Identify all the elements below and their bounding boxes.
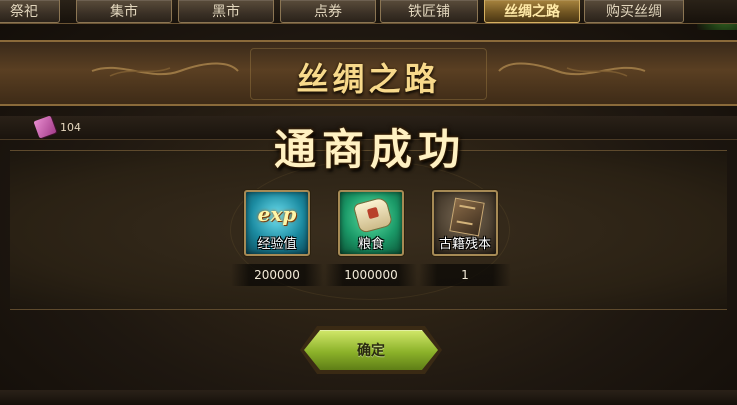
reward-label: 粮食 <box>357 237 384 252</box>
tab-label: 黑市 <box>212 4 240 20</box>
tab-label: 铁匠铺 <box>408 4 450 20</box>
tab-label: 点券 <box>314 4 342 20</box>
book-binding <box>456 204 476 226</box>
exp-icon: exp <box>257 202 297 226</box>
page-title: 丝绸之路 <box>296 60 441 98</box>
tab-label: 丝绸之路 <box>504 4 560 20</box>
tab-label: 购买丝绸 <box>606 4 662 20</box>
tab-vouchers[interactable]: 点券 <box>280 0 376 23</box>
tab-label: 集市 <box>110 4 138 20</box>
silk-count: 104 <box>60 121 81 134</box>
confirm-button[interactable]: 确定 <box>304 330 438 370</box>
reward-label: 古籍残本 <box>438 237 491 252</box>
reward-ancient-book[interactable]: 古籍残本 <box>432 190 498 256</box>
tab-blacksmith[interactable]: 铁匠铺 <box>380 0 478 23</box>
confirm-label: 确定 <box>357 343 385 359</box>
reward-label: 经验值 <box>257 237 297 252</box>
tab-label: 祭祀 <box>10 4 38 20</box>
tab-sacrifice[interactable]: 祭祀 <box>0 0 60 23</box>
reward-grain[interactable]: 粮食 <box>338 190 404 256</box>
reward-quantity: 200000 <box>231 264 323 286</box>
tab-bar: 祭祀 集市 黑市 点券 铁匠铺 丝绸之路 购买丝绸 <box>0 0 737 24</box>
reward-quantity: 1 <box>419 264 511 286</box>
tab-market[interactable]: 集市 <box>76 0 172 23</box>
trade-success-title: 通商成功 <box>273 125 466 174</box>
scroll-ornament-right-icon <box>498 62 646 77</box>
tab-black-market[interactable]: 黑市 <box>178 0 274 23</box>
tab-silk-road[interactable]: 丝绸之路 <box>484 0 580 23</box>
reward-quantity: 1000000 <box>325 264 417 286</box>
reward-exp[interactable]: exp 经验值 <box>244 190 310 256</box>
tab-buy-silk[interactable]: 购买丝绸 <box>584 0 684 23</box>
scroll-ornament-left-icon <box>91 62 239 77</box>
bottom-border <box>0 390 737 405</box>
